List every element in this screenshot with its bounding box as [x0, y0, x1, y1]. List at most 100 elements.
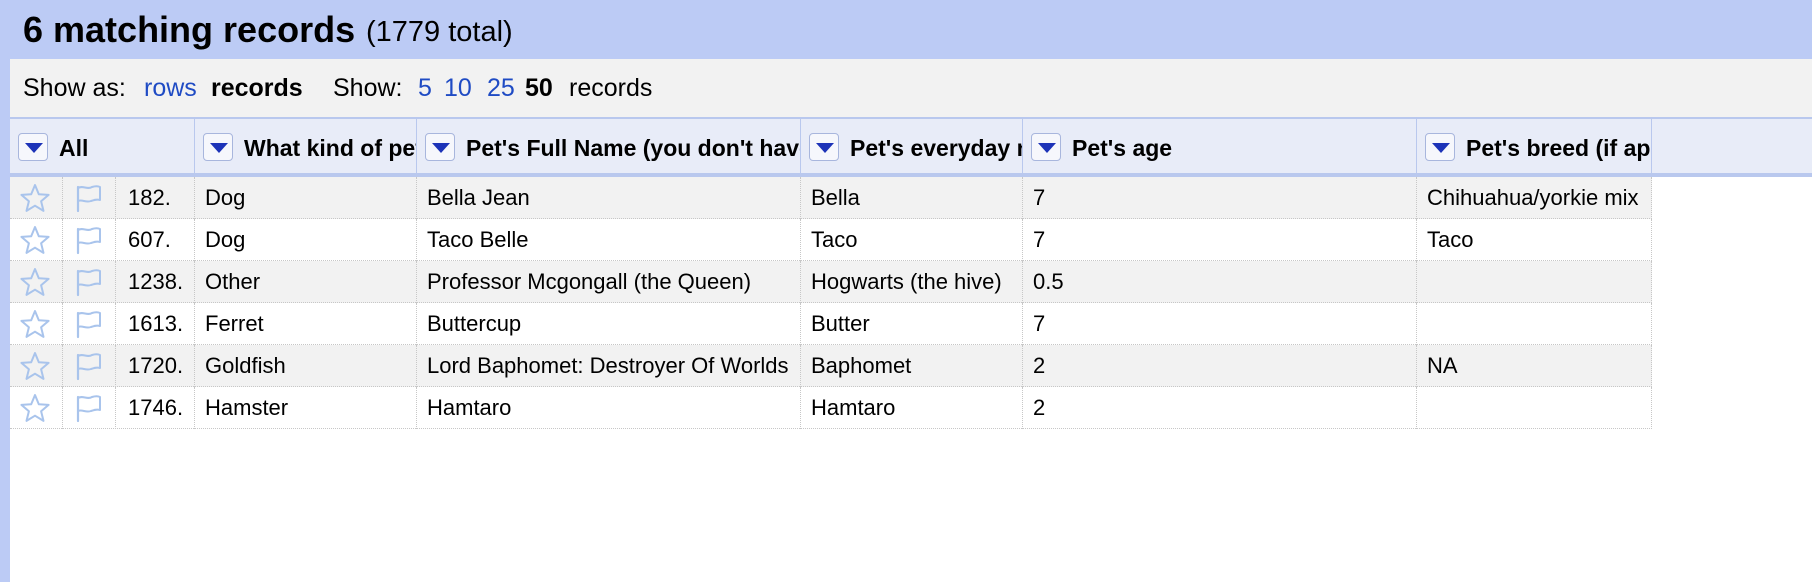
cell-breed: NA — [1417, 345, 1652, 387]
flag-icon[interactable] — [63, 303, 116, 345]
cell-everyday-name: Baphomet — [801, 345, 1023, 387]
column-header-label: Pet's Full Name (you don't have — [466, 135, 801, 161]
star-icon[interactable] — [10, 303, 63, 345]
column-header-age: Pet's age — [1023, 119, 1417, 175]
cell-text: Butter — [811, 311, 870, 336]
cell-everyday-name: Taco — [801, 219, 1023, 261]
rows-mode-link[interactable]: rows — [144, 74, 197, 103]
cell-text: 1613. — [128, 311, 184, 336]
cell-text: NA — [1427, 353, 1458, 378]
left-strip — [0, 0, 10, 582]
cell-text: Hogwarts (the hive) — [811, 269, 1002, 294]
column-header-kind: What kind of pet — [195, 119, 417, 175]
cell-text: Taco — [1427, 227, 1474, 252]
cell-text: 2 — [1033, 395, 1046, 420]
column-header-label: Pet's breed (if app — [1466, 135, 1652, 161]
cell-kind: Ferret — [195, 303, 417, 345]
cell-age: 2 — [1023, 387, 1417, 429]
table-row: 1238. Other Professor Mcgongall (the Queen… — [10, 261, 1652, 303]
cell-full-name: Lord Baphomet: Destroyer Of Worlds — [417, 345, 801, 387]
cell-kind: Goldfish — [195, 345, 417, 387]
cell-index: 1613. — [116, 303, 195, 345]
cell-text: Bella — [811, 185, 860, 210]
cell-everyday-name: Bella — [801, 177, 1023, 219]
flag-icon[interactable] — [63, 387, 116, 429]
cell-text: Lord Baphomet: Destroyer Of Worlds — [427, 353, 789, 378]
star-icon[interactable] — [10, 261, 63, 303]
cell-breed: Chihuahua/yorkie mix — [1417, 177, 1652, 219]
summary-bar: 6 matching records (1779 total) — [10, 0, 1812, 59]
show-label: Show: — [333, 74, 403, 102]
cell-text: 182. — [128, 185, 171, 210]
dropdown-arrow-icon[interactable] — [425, 133, 455, 161]
cell-full-name: Hamtaro — [417, 387, 801, 429]
cell-text: 1238. — [128, 269, 184, 294]
cell-text: 2 — [1033, 353, 1046, 378]
cell-text: Hamster — [205, 395, 289, 420]
cell-text: Taco — [811, 227, 858, 252]
flag-icon[interactable] — [63, 345, 116, 387]
page-size-50-current: 50 — [525, 74, 553, 102]
cell-text: Ferret — [205, 311, 264, 336]
flag-icon[interactable] — [63, 261, 116, 303]
table-row: 1613. Ferret Buttercup Butter 7 — [10, 303, 1652, 345]
cell-text: Hamtaro — [811, 395, 896, 420]
flag-icon[interactable] — [63, 177, 116, 219]
star-icon[interactable] — [10, 387, 63, 429]
star-icon[interactable] — [10, 345, 63, 387]
cell-kind: Dog — [195, 219, 417, 261]
cell-text: 7 — [1033, 227, 1046, 252]
table-row: 607. Dog Taco Belle Taco 7 Taco — [10, 219, 1652, 261]
cell-text: 7 — [1033, 311, 1046, 336]
cell-text: Hamtaro — [427, 395, 512, 420]
table-row: 1746. Hamster Hamtaro Hamtaro 2 — [10, 387, 1652, 429]
cell-age: 7 — [1023, 177, 1417, 219]
cell-kind: Hamster — [195, 387, 417, 429]
cell-breed — [1417, 261, 1652, 303]
cell-full-name: Buttercup — [417, 303, 801, 345]
dropdown-arrow-icon[interactable] — [809, 133, 839, 161]
flag-icon[interactable] — [63, 219, 116, 261]
table-row: 182. Dog Bella Jean Bella 7 Chihuahua/yorkie … — [10, 177, 1652, 219]
cell-text: 1746. — [128, 395, 184, 420]
cell-everyday-name: Hogwarts (the hive) — [801, 261, 1023, 303]
cell-full-name: Bella Jean — [417, 177, 801, 219]
dropdown-arrow-icon[interactable] — [203, 133, 233, 161]
cell-text: Dog — [205, 185, 246, 210]
cell-text: Dog — [205, 227, 246, 252]
column-header-label: What kind of pet — [244, 135, 417, 161]
cell-text: Goldfish — [205, 353, 286, 378]
cell-full-name: Professor Mcgongall (the Queen) — [417, 261, 801, 303]
star-icon[interactable] — [10, 219, 63, 261]
cell-everyday-name: Hamtaro — [801, 387, 1023, 429]
cell-text: 0.5 — [1033, 269, 1064, 294]
column-header-label: All — [59, 135, 89, 161]
cell-age: 7 — [1023, 219, 1417, 261]
table-row: 1720. Goldfish Lord Baphomet: Destroyer Of… — [10, 345, 1652, 387]
star-icon[interactable] — [10, 177, 63, 219]
page-size-5-link[interactable]: 5 — [418, 74, 432, 103]
cell-text: Buttercup — [427, 311, 522, 336]
column-header-everyday-name: Pet's everyday n — [801, 119, 1023, 175]
cell-text: 607. — [128, 227, 171, 252]
view-options-bar: Show as: rows records Show: 5 10 25 50 r… — [10, 59, 1812, 117]
dropdown-arrow-icon[interactable] — [1425, 133, 1455, 161]
column-header-all: All — [10, 119, 195, 175]
cell-text: Chihuahua/yorkie mix — [1427, 185, 1639, 210]
dropdown-arrow-icon[interactable] — [1031, 133, 1061, 161]
page-size-10-link[interactable]: 10 — [444, 74, 472, 103]
cell-index: 182. — [116, 177, 195, 219]
cell-text: Other — [205, 269, 261, 294]
cell-index: 607. — [116, 219, 195, 261]
cell-age: 7 — [1023, 303, 1417, 345]
cell-text: Bella Jean — [427, 185, 530, 210]
cell-everyday-name: Butter — [801, 303, 1023, 345]
dropdown-arrow-icon[interactable] — [18, 133, 48, 161]
cell-kind: Dog — [195, 177, 417, 219]
cell-breed — [1417, 387, 1652, 429]
records-mode-current: records — [211, 74, 303, 102]
page-size-25-link[interactable]: 25 — [487, 74, 515, 103]
cell-age: 2 — [1023, 345, 1417, 387]
cell-full-name: Taco Belle — [417, 219, 801, 261]
column-header-label: Pet's everyday n — [850, 135, 1023, 161]
